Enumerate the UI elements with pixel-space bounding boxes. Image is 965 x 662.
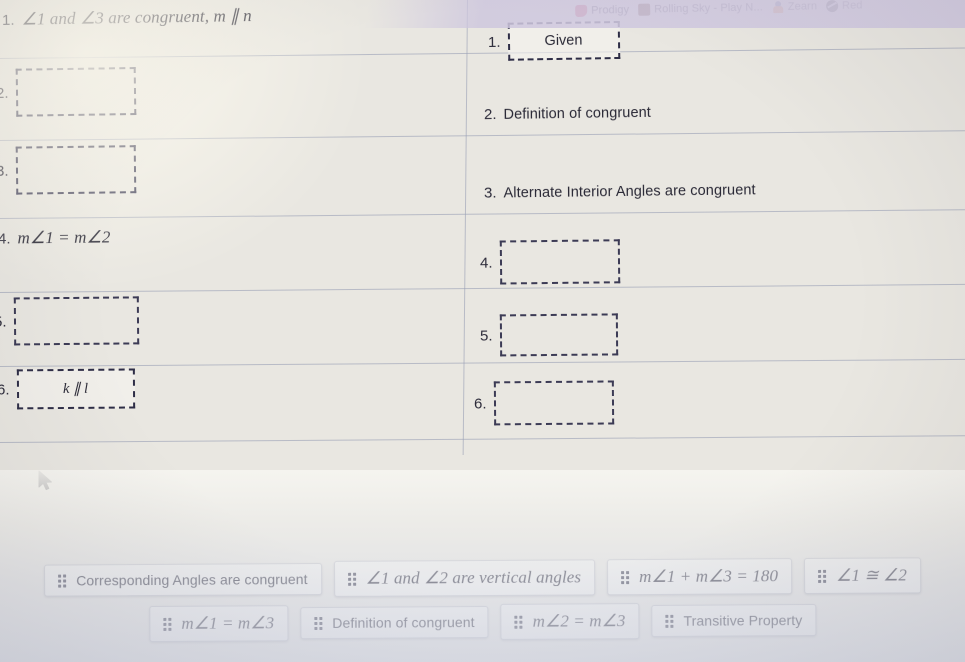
statement-dropzone-5[interactable]: [13, 296, 139, 346]
reason-text: Alternate Interior Angles are congruent: [503, 181, 756, 201]
drag-handle-icon[interactable]: [163, 617, 172, 631]
answer-chip-corresponding-angles[interactable]: Corresponding Angles are congruent: [44, 562, 322, 597]
drag-handle-icon[interactable]: [514, 615, 524, 629]
answer-chip-definition-of-congruent[interactable]: Definition of congruent: [300, 605, 489, 640]
table-row-divider: [0, 130, 965, 141]
mouse-cursor-icon: [38, 470, 52, 491]
answer-bank-row: m∠1 = m∠3 Definition of congruent m∠2 = …: [149, 602, 817, 643]
reason-number: 2.: [483, 105, 497, 124]
statement-text: m∠1 = m∠2: [17, 227, 111, 248]
answer-chip-label: Transitive Property: [683, 612, 803, 629]
table-row-divider: [0, 283, 965, 293]
reason-row-4: 4.: [479, 239, 620, 285]
reason-row-6: 6.: [473, 380, 614, 426]
answer-chip-vertical-angles[interactable]: ∠1 and ∠2 are vertical angles: [333, 559, 596, 597]
reason-row-5: 5.: [479, 313, 618, 357]
answer-chip-label: Corresponding Angles are congruent: [76, 571, 308, 589]
statement-row-2: 2.: [0, 67, 136, 117]
statement-number: 5.: [0, 313, 7, 331]
answer-chip-angle-sum-180[interactable]: m∠1 + m∠3 = 180: [606, 558, 793, 596]
answer-chip-angle1-congruent-angle2[interactable]: ∠1 ≅ ∠2: [803, 557, 922, 595]
reason-number: 3.: [483, 184, 497, 202]
answer-chip-transitive-property[interactable]: Transitive Property: [651, 603, 817, 637]
reason-text: Definition of congruent: [503, 104, 652, 123]
table-column-divider: [462, 0, 468, 455]
drag-handle-icon[interactable]: [347, 572, 357, 586]
reason-number: 6.: [473, 394, 487, 413]
statement-row-5: 5.: [0, 296, 139, 346]
drag-handle-icon[interactable]: [818, 569, 827, 583]
table-row-divider: [0, 209, 965, 219]
reason-dropzone-1[interactable]: Given: [507, 20, 620, 61]
statement-number: 6.: [0, 380, 10, 399]
reason-dropzone-4[interactable]: [499, 239, 620, 285]
statement-row-6: 6. k ∥ l: [0, 368, 135, 410]
statement-dropzone-3[interactable]: [15, 145, 136, 195]
table-bottom-border: [0, 435, 965, 443]
answer-bank-row: Corresponding Angles are congruent ∠1 an…: [44, 557, 922, 598]
two-column-proof-table: 1. ∠1 and ∠3 are congruent, m ∥ n 2. 3. …: [0, 0, 965, 470]
answer-chip-label: Definition of congruent: [332, 614, 475, 631]
answer-chip-label: ∠1 ≅ ∠2: [836, 565, 908, 585]
statement-row-3: 3.: [0, 145, 136, 195]
reason-answer-text: Given: [544, 32, 583, 50]
answer-chip-label: ∠1 and ∠2 are vertical angles: [365, 567, 582, 588]
drag-handle-icon[interactable]: [665, 614, 674, 628]
answer-chip-m1-equals-m3[interactable]: m∠1 = m∠3: [149, 605, 289, 643]
reason-dropzone-6[interactable]: [493, 380, 614, 426]
reason-dropzone-5[interactable]: [499, 313, 618, 357]
browser-screenshot: Prodigy Rolling Sky - Play N... Zearn Re…: [0, 0, 965, 662]
statement-dropzone-2[interactable]: [15, 67, 136, 117]
table-row-divider: [0, 47, 965, 59]
reason-row-3: 3. Alternate Interior Angles are congrue…: [483, 181, 756, 202]
statement-number: 2.: [0, 84, 9, 102]
reason-number: 4.: [479, 254, 493, 272]
answer-chip-m2-equals-m3[interactable]: m∠2 = m∠3: [500, 603, 640, 640]
statement-row-1: 1. ∠1 and ∠3 are congruent, m ∥ n: [2, 6, 252, 30]
reason-number: 1.: [487, 33, 501, 51]
answer-chip-label: m∠1 = m∠3: [181, 613, 275, 633]
statement-text: ∠1 and ∠3 are congruent, m ∥ n: [21, 6, 252, 29]
answer-chip-label: m∠2 = m∠3: [532, 611, 626, 631]
reason-number: 5.: [479, 326, 493, 345]
drag-handle-icon[interactable]: [314, 616, 323, 630]
answer-bank: Corresponding Angles are congruent ∠1 an…: [0, 557, 965, 662]
drag-handle-icon[interactable]: [621, 570, 630, 584]
drag-handle-icon[interactable]: [58, 574, 67, 588]
reason-row-2: 2. Definition of congruent: [484, 104, 651, 123]
reason-row-1: 1. Given: [487, 20, 620, 61]
statement-number: 3.: [0, 162, 9, 180]
table-row-divider: [0, 358, 965, 367]
answer-chip-label: m∠1 + m∠3 = 180: [639, 566, 779, 587]
statement-answer-text: k ∥ l: [62, 380, 89, 397]
statement-dropzone-6[interactable]: k ∥ l: [16, 368, 135, 410]
statement-row-4: 4. m∠1 = m∠2: [0, 227, 111, 248]
statement-number: 1.: [1, 11, 15, 29]
statement-number: 4.: [0, 229, 11, 248]
